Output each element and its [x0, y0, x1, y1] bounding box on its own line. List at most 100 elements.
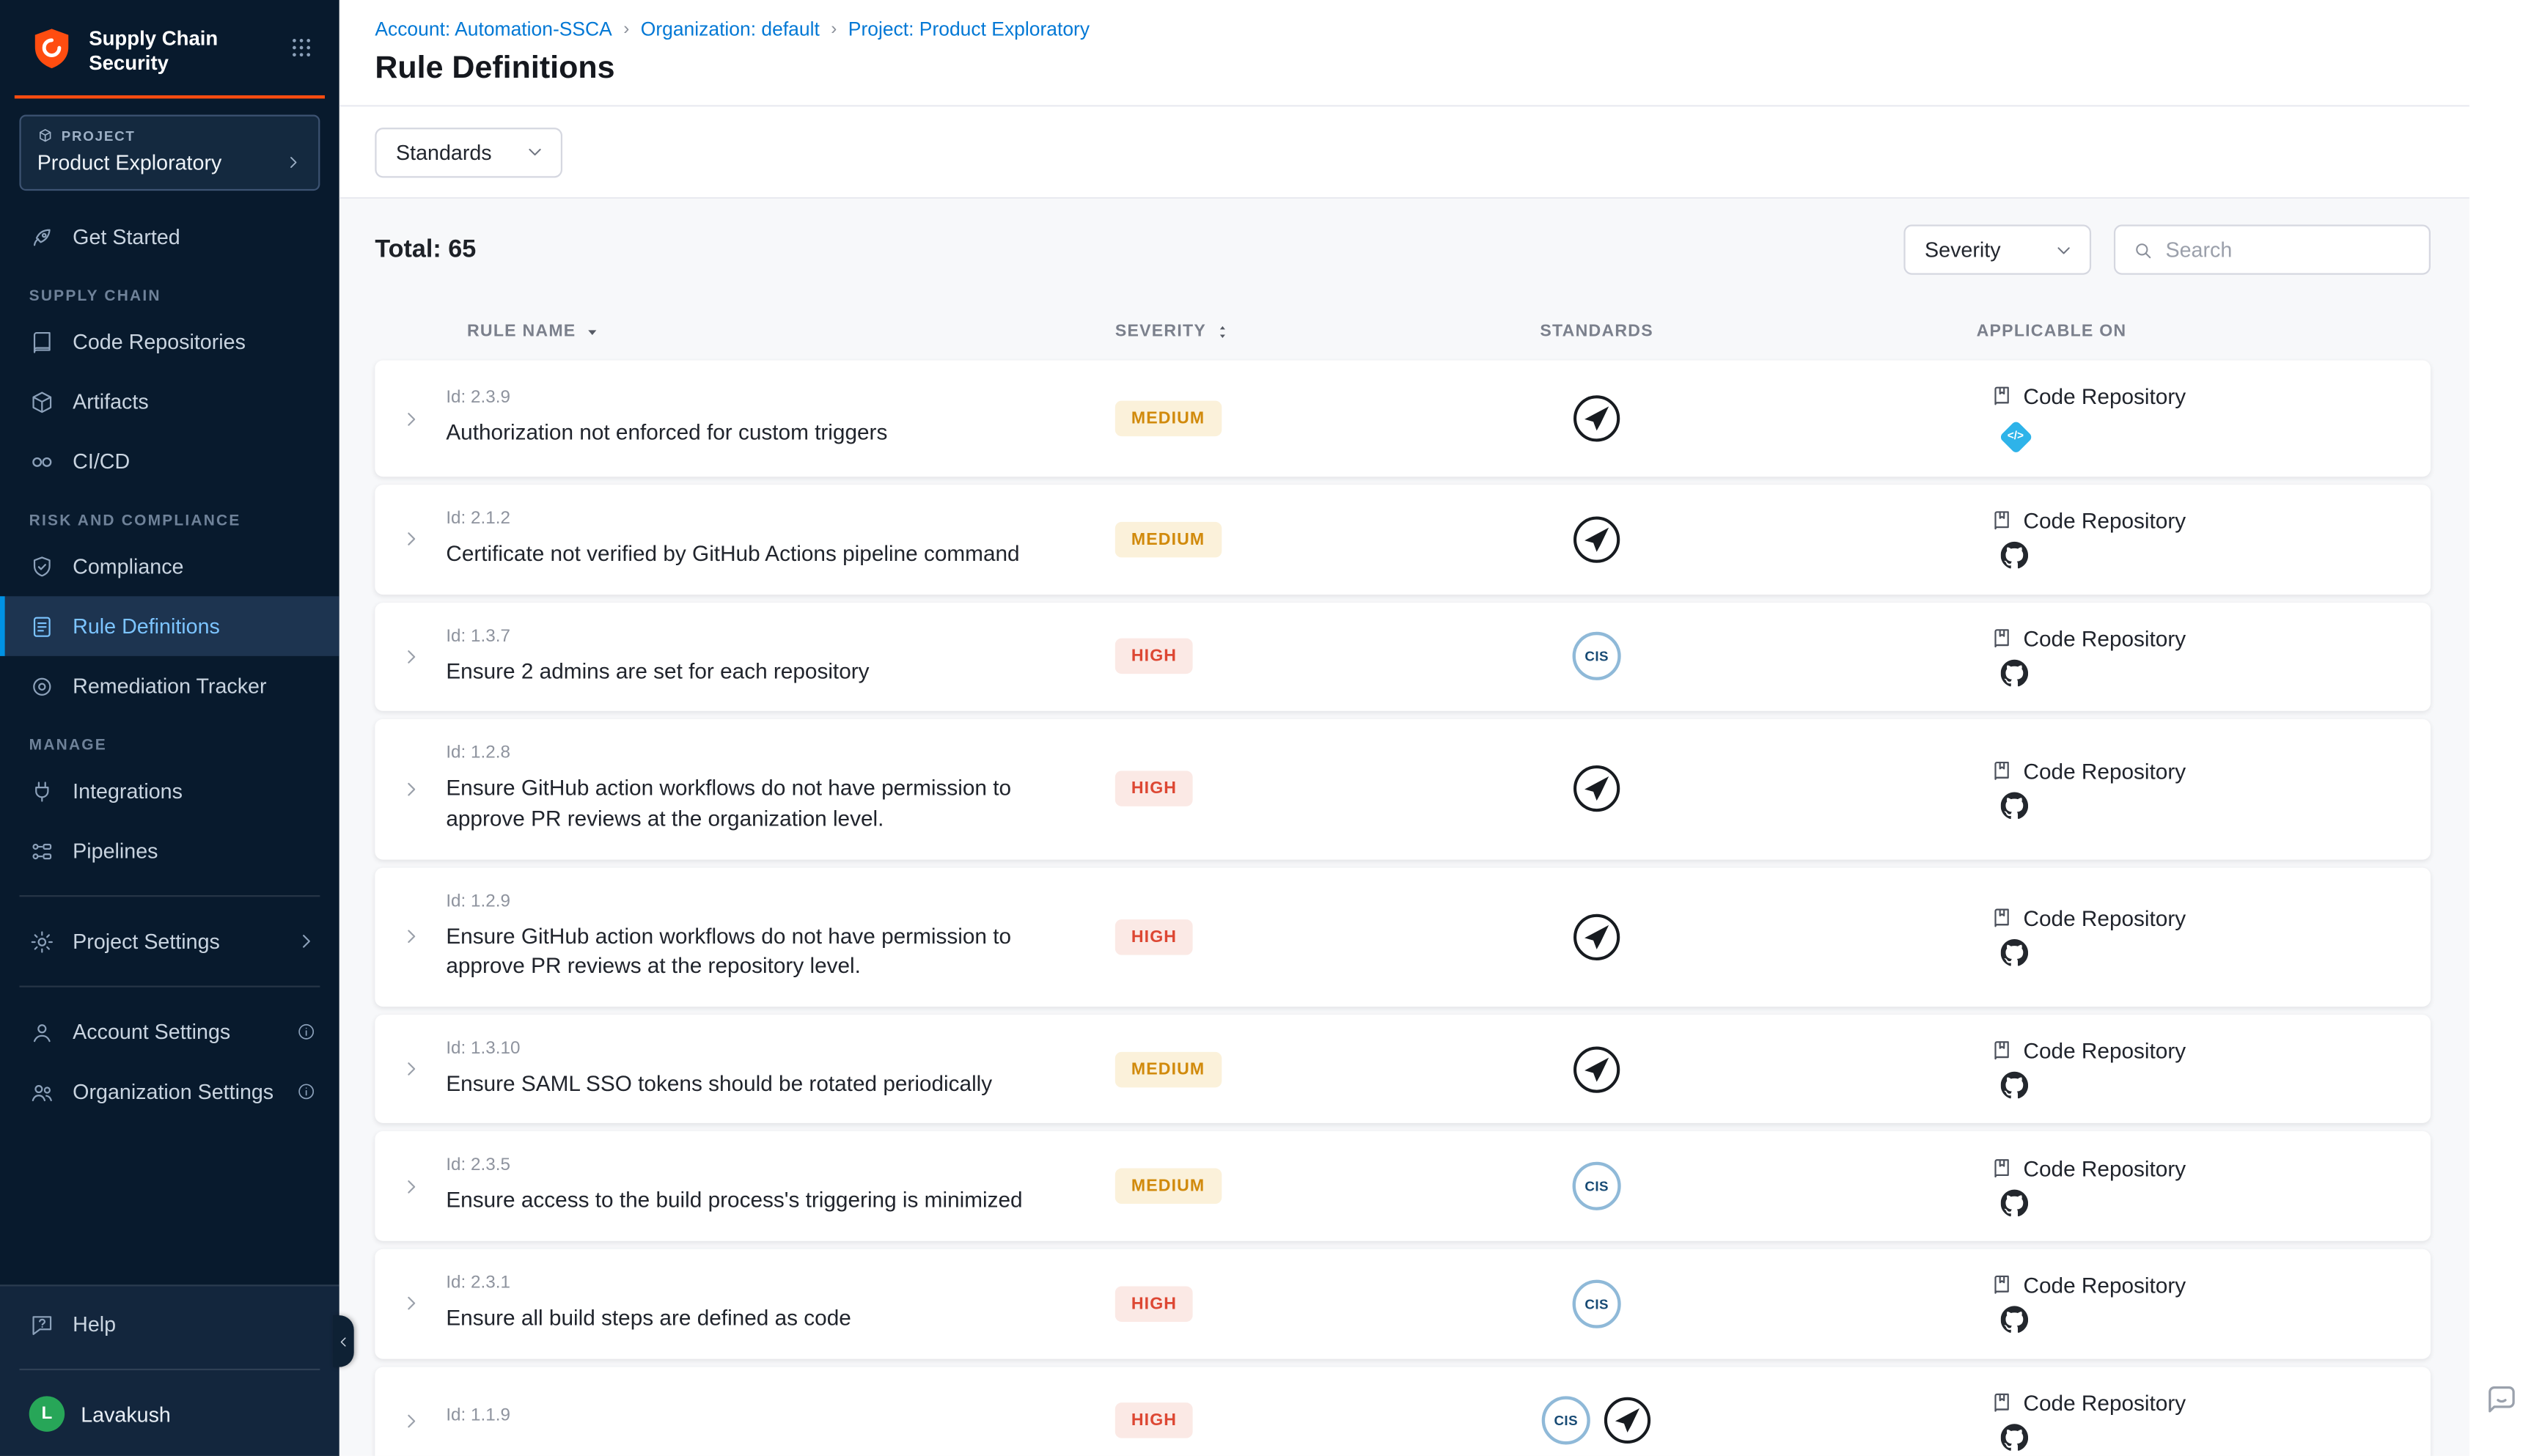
expand-row-icon[interactable] — [400, 529, 422, 550]
breadcrumb-separator: › — [831, 19, 837, 38]
infinity-icon — [29, 449, 55, 474]
module-grid-icon[interactable] — [290, 35, 314, 59]
rule-row[interactable]: Id: 2.1.2 Certificate not verified by Gi… — [375, 485, 2431, 594]
sort-both-icon — [1214, 323, 1232, 340]
project-name: Product Exploratory — [37, 150, 222, 174]
severity-badge: HIGH — [1115, 1286, 1193, 1321]
sidebar-item-compliance[interactable]: Compliance — [0, 537, 339, 597]
rule-id: Id: 2.1.2 — [446, 509, 1114, 528]
page-header: Account: Automation-SSCA › Organization:… — [339, 0, 2469, 106]
rules-table-section: Total: 65 Severity RULE NAME — [339, 199, 2469, 1456]
repository-icon — [1989, 1039, 2013, 1063]
sidebar-item-organization-settings[interactable]: Organization Settings — [0, 1062, 339, 1122]
owasp-standard-icon — [1573, 394, 1621, 443]
rule-name: Ensure access to the build process's tri… — [446, 1187, 1079, 1217]
sidebar-item-pipelines[interactable]: Pipelines — [0, 821, 339, 881]
github-icon — [2001, 1071, 2028, 1098]
expand-row-icon[interactable] — [400, 408, 422, 430]
info-icon[interactable] — [295, 1081, 317, 1103]
severity-badge: MEDIUM — [1115, 1169, 1222, 1204]
info-icon[interactable] — [295, 1021, 317, 1043]
rule-name: Ensure GitHub action workflows do not ha… — [446, 774, 1079, 834]
applicable-on-label: Code Repository — [2024, 1039, 2186, 1063]
sidebar: Supply Chain Security PROJECT Product Ex… — [0, 0, 339, 1456]
rule-name: Ensure 2 admins are set for each reposit… — [446, 657, 1079, 687]
owasp-standard-icon — [1573, 765, 1621, 813]
main-panel: Account: Automation-SSCA › Organization:… — [339, 0, 2534, 1456]
expand-row-icon[interactable] — [400, 779, 422, 800]
severity-badge: HIGH — [1115, 1402, 1193, 1438]
standards-filter-dropdown[interactable]: Standards — [375, 127, 562, 177]
sidebar-item-remediation-tracker[interactable]: Remediation Tracker — [0, 656, 339, 716]
repository-icon — [1989, 510, 2013, 534]
app-logo: Supply Chain Security — [0, 0, 339, 76]
cis-standard-icon: CIS — [1573, 1162, 1621, 1210]
breadcrumb-account-link[interactable]: Account: Automation-SSCA — [375, 18, 612, 40]
rule-id: Id: 2.3.9 — [446, 388, 1114, 407]
expand-row-icon[interactable] — [400, 1059, 422, 1080]
owasp-standard-icon — [1573, 1045, 1621, 1093]
severity-filter-dropdown[interactable]: Severity — [1903, 224, 2091, 274]
search-box[interactable] — [2114, 224, 2431, 274]
expand-row-icon[interactable] — [400, 1293, 422, 1315]
rule-rows: Id: 2.3.9 Authorization not enforced for… — [375, 361, 2431, 1456]
rule-name: Ensure SAML SSO tokens should be rotated… — [446, 1070, 1079, 1100]
github-icon — [2001, 792, 2028, 819]
sidebar-item-integrations[interactable]: Integrations — [0, 761, 339, 821]
repository-icon — [1989, 1391, 2013, 1415]
sidebar-item-cicd[interactable]: CI/CD — [0, 431, 339, 491]
sidebar-item-rule-definitions[interactable]: Rule Definitions — [0, 596, 339, 656]
rule-id: Id: 1.2.9 — [446, 891, 1114, 911]
page-title: Rule Definitions — [375, 50, 2469, 87]
applicable-on-label: Code Repository — [2024, 627, 2186, 651]
sidebar-item-help[interactable]: Help — [0, 1294, 339, 1354]
applicable-on-label: Code Repository — [2024, 1391, 2186, 1415]
brand-name: Supply Chain Security — [89, 24, 218, 75]
breadcrumb-separator: › — [623, 19, 629, 38]
user-menu[interactable]: L Lavakush — [0, 1385, 339, 1456]
rule-row[interactable]: Id: 1.3.10 Ensure SAML SSO tokens should… — [375, 1015, 2431, 1124]
rule-row[interactable]: Id: 1.3.7 Ensure 2 admins are set for ea… — [375, 602, 2431, 711]
rule-id: Id: 2.3.5 — [446, 1156, 1114, 1175]
breadcrumb-project-link[interactable]: Project: Product Exploratory — [848, 18, 1090, 40]
sidebar-collapse-handle[interactable] — [333, 1315, 354, 1367]
rule-row[interactable]: Id: 2.3.5 Ensure access to the build pro… — [375, 1132, 2431, 1241]
severity-badge: HIGH — [1115, 771, 1193, 806]
sidebar-item-project-settings[interactable]: Project Settings — [0, 911, 339, 971]
rule-row[interactable]: Id: 2.3.9 Authorization not enforced for… — [375, 361, 2431, 477]
repository-icon — [1989, 385, 2013, 409]
user-name: Lavakush — [81, 1402, 171, 1426]
column-rule-name[interactable]: RULE NAME — [446, 322, 1114, 341]
section-supply-chain: SUPPLY CHAIN — [29, 287, 339, 305]
divider — [19, 895, 320, 897]
expand-row-icon[interactable] — [400, 1410, 422, 1431]
rule-row[interactable]: Id: 1.1.9 HIGH CIS Code Repository — [375, 1367, 2431, 1456]
repository-icon — [1989, 1274, 2013, 1298]
sidebar-item-code-repositories[interactable]: Code Repositories — [0, 312, 339, 372]
chevron-down-icon — [525, 142, 544, 161]
rule-row[interactable]: Id: 2.3.1 Ensure all build steps are def… — [375, 1249, 2431, 1358]
rule-row[interactable]: Id: 1.2.9 Ensure GitHub action workflows… — [375, 867, 2431, 1006]
sort-caret-icon — [584, 323, 601, 340]
sidebar-item-get-started[interactable]: Get Started — [0, 207, 339, 267]
expand-row-icon[interactable] — [400, 926, 422, 947]
expand-row-icon[interactable] — [400, 1176, 422, 1197]
breadcrumb-organization-link[interactable]: Organization: default — [641, 18, 820, 40]
rule-row[interactable]: Id: 1.2.8 Ensure GitHub action workflows… — [375, 719, 2431, 858]
cis-standard-icon: CIS — [1573, 633, 1621, 681]
total-count: Total: 65 — [375, 235, 476, 265]
sidebar-footer: Help L Lavakush — [0, 1284, 339, 1456]
repository-icon — [1989, 760, 2013, 784]
expand-row-icon[interactable] — [400, 646, 422, 667]
project-selector[interactable]: PROJECT Product Exploratory — [19, 114, 320, 191]
sidebar-item-account-settings[interactable]: Account Settings — [0, 1002, 339, 1062]
column-severity[interactable]: SEVERITY — [1115, 322, 1432, 341]
search-input[interactable] — [2165, 238, 2412, 262]
repository-icon — [1989, 1156, 2013, 1180]
harness-code-provider-icon: </> — [1999, 420, 2033, 455]
column-applicable-on: APPLICABLE ON — [1761, 322, 2430, 341]
sidebar-item-artifacts[interactable]: Artifacts — [0, 372, 339, 432]
chat-bubble-icon[interactable] — [2484, 1381, 2519, 1416]
rule-id: Id: 1.2.8 — [446, 743, 1114, 762]
rule-name: Ensure all build steps are defined as co… — [446, 1304, 1079, 1334]
